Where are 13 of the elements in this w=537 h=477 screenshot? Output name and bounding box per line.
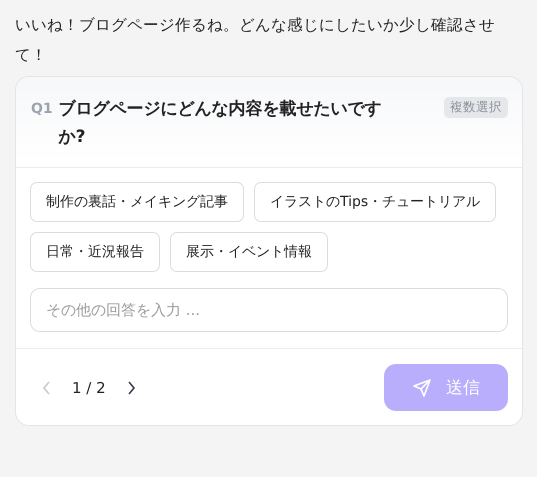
send-icon [412, 378, 432, 398]
page-indicator: 1 / 2 [72, 378, 106, 396]
other-answer-field[interactable]: その他の回答を入力 ... [30, 288, 508, 332]
chevron-right-icon [126, 380, 136, 394]
multi-select-badge: 複数選択 [444, 97, 508, 118]
chevron-left-icon [42, 380, 52, 394]
option-chip[interactable]: 展示・イベント情報 [170, 232, 328, 272]
question-title: ブログページにどんな内容を載せたいですか? [58, 98, 383, 149]
option-chip[interactable]: イラストのTips・チュートリアル [254, 182, 496, 222]
option-chip[interactable]: 制作の裏話・メイキング記事 [30, 182, 244, 222]
chat-message: いいね！ブログページ作るね。どんな感じにしたいか少し確認させて！ [15, 15, 496, 66]
option-chip[interactable]: 日常・近況報告 [30, 232, 160, 272]
question-number: Q1 [31, 100, 53, 119]
